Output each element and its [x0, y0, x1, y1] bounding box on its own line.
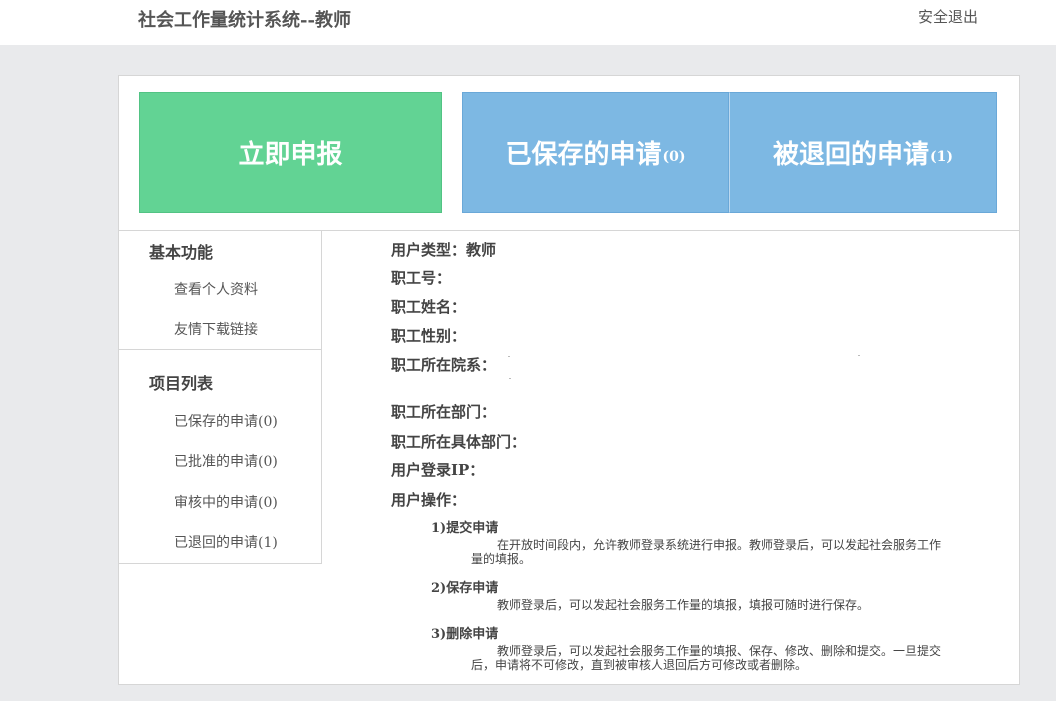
top-bar: 社会工作量统计系统--教师 安全退出 [0, 0, 1056, 45]
staff-name: 职工姓名： [391, 298, 467, 316]
sidebar-item-count: (0) [258, 454, 278, 470]
operation-desc-delete: 教师登录后，可以发起社会服务工作量的填报、保存、修改、删除和提交。一旦提交后，申… [471, 644, 942, 672]
sidebar-item-label: 已批准的申请 [174, 454, 258, 470]
user-operations-heading: 用户操作： [391, 491, 467, 509]
logout-link[interactable]: 安全退出 [918, 6, 978, 27]
staff-college: 职工所在院系： [391, 356, 497, 374]
decorative-dot [509, 378, 511, 379]
staff-gender: 职工性别： [391, 327, 467, 345]
saved-applications-count: (0) [662, 148, 686, 165]
returned-applications-count: (1) [930, 148, 953, 165]
operation-title-submit: 1)提交申请 [431, 521, 499, 536]
sidebar-item-label: 已退回的申请 [174, 535, 258, 551]
sidebar-divider [119, 349, 321, 350]
decorative-dot [508, 356, 510, 357]
returned-applications-label: 被退回的申请 [772, 140, 929, 170]
operation-title-save: 2)保存申请 [431, 581, 499, 596]
operation-desc-save: 教师登录后，可以发起社会服务工作量的填报，填报可随时进行保存。 [497, 598, 870, 612]
sidebar-item-label: 审核中的申请 [174, 495, 258, 511]
app-title: 社会工作量统计系统--教师 [138, 10, 351, 31]
report-now-label: 立即申报 [238, 140, 343, 170]
staff-department: 职工所在部门： [391, 403, 497, 421]
sidebar-item-returned[interactable]: 已退回的申请(1) [174, 532, 278, 552]
sidebar-item-label: 已保存的申请 [174, 414, 258, 430]
main-panel: 立即申报 已保存的申请 (0) 被退回的申请 (1) 基本功能 查看个人资料 友情下… [118, 75, 1020, 685]
returned-applications-tile[interactable]: 被退回的申请 (1) [729, 92, 997, 213]
operation-desc-submit: 在开放时间段内，允许教师登录系统进行申报。教师登录后，可以发起社会服务工作量的填… [471, 538, 942, 566]
saved-applications-tile[interactable]: 已保存的申请 (0) [462, 92, 729, 213]
staff-id: 职工号： [391, 269, 452, 287]
sidebar-heading-projects: 项目列表 [149, 374, 214, 393]
report-now-tile[interactable]: 立即申报 [139, 92, 442, 213]
sidebar-item-count: (0) [258, 414, 278, 430]
user-type: 用户类型：教师 [391, 241, 497, 259]
login-ip: 用户登录IP： [391, 461, 485, 479]
sidebar-item-reviewing[interactable]: 审核中的申请(0) [174, 492, 278, 512]
saved-applications-label: 已保存的申请 [505, 140, 662, 170]
sidebar: 基本功能 查看个人资料 友情下载链接 项目列表 已保存的申请(0) 已批准的申请… [119, 231, 322, 564]
sidebar-item-count: (1) [258, 535, 278, 551]
decorative-dot [858, 355, 860, 356]
sidebar-item-count: (0) [258, 495, 278, 511]
staff-sub-department: 职工所在具体部门： [391, 433, 527, 451]
sidebar-item-profile[interactable]: 查看个人资料 [174, 279, 258, 299]
sidebar-item-downloads[interactable]: 友情下载链接 [174, 319, 258, 339]
sidebar-heading-basic: 基本功能 [149, 243, 214, 262]
sidebar-item-saved[interactable]: 已保存的申请(0) [174, 411, 278, 431]
sidebar-item-approved[interactable]: 已批准的申请(0) [174, 451, 278, 471]
operation-title-delete: 3)删除申请 [431, 627, 499, 642]
